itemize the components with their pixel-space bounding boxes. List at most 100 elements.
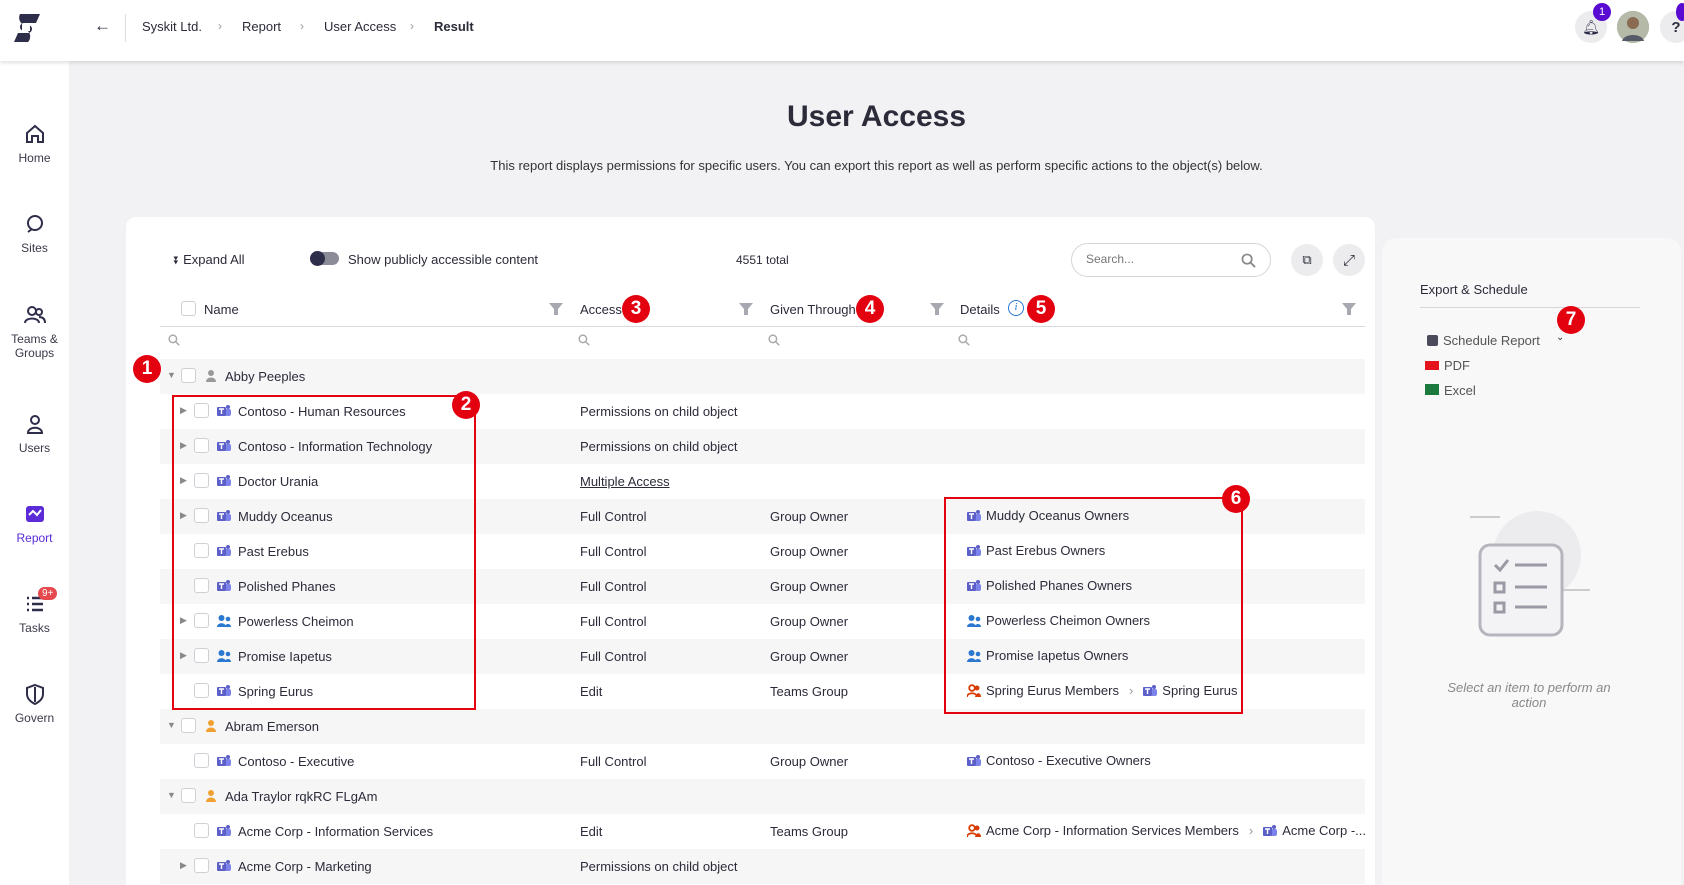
info-icon[interactable]: i (1008, 300, 1024, 316)
multiple-access-link[interactable]: Multiple Access (580, 474, 670, 489)
row-name[interactable]: Contoso - Executive (238, 754, 354, 769)
user-group-row[interactable]: ▼ Abram Emerson (160, 709, 1365, 744)
search-input[interactable] (1086, 252, 1236, 266)
annotation-box-details (944, 497, 1243, 714)
sidebar-item-report[interactable]: Report (0, 503, 69, 545)
row-details: Acme Corp - Information Services Members… (967, 823, 1366, 838)
collapse-chevron-icon[interactable]: ▼ (167, 720, 176, 730)
page-title: User Access (786, 100, 967, 133)
sidebar-item-govern[interactable]: Govern (0, 683, 69, 725)
annotation-badge-6: 6 (1222, 485, 1250, 513)
filter-access-icon[interactable] (739, 302, 753, 319)
excel-label: Excel (1444, 383, 1476, 398)
sidebar-item-users[interactable]: Users (0, 413, 69, 455)
back-arrow-icon[interactable]: ← (94, 16, 111, 36)
row-access: Permissions on child object (580, 439, 738, 454)
row-checkbox[interactable] (194, 858, 209, 873)
column-search-access-icon[interactable] (578, 334, 590, 349)
fullscreen-button[interactable]: ⤢ (1333, 244, 1365, 276)
row-access: Full Control (580, 544, 647, 559)
breadcrumb-report[interactable]: Report (242, 19, 281, 34)
sidebar-item-tasks[interactable]: Tasks 9+ (0, 587, 69, 635)
user-icon (204, 369, 218, 383)
column-search-details-icon[interactable] (958, 334, 970, 349)
column-header-name[interactable]: Name (204, 302, 239, 317)
row-name[interactable]: Abby Peeples (225, 369, 305, 384)
export-pdf-button[interactable]: PDF (1425, 358, 1470, 373)
collapse-chevron-icon[interactable]: ▼ (167, 370, 176, 380)
row-checkbox[interactable] (181, 788, 196, 803)
table-row[interactable]: Acme Corp - Information Services Edit Team… (160, 814, 1366, 849)
row-name[interactable]: Acme Corp - Marketing (238, 859, 372, 874)
collapse-chevron-icon[interactable]: ▼ (167, 790, 176, 800)
table-row[interactable]: Contoso - Executive Full Control Group Own… (160, 744, 1365, 779)
details-item[interactable]: Acme Corp - Information Services Members (986, 823, 1239, 838)
public-content-toggle[interactable] (310, 251, 339, 266)
divider (125, 14, 126, 42)
row-given-through: Teams Group (770, 824, 849, 839)
annotation-badge-4: 4 (856, 295, 884, 323)
sidebar-item-label: Tasks (19, 621, 50, 635)
row-given-through: Group Owner (770, 544, 849, 559)
row-checkbox[interactable] (181, 718, 196, 733)
columns-button[interactable]: ⧉ (1291, 244, 1323, 276)
row-given-through: Group Owner (770, 614, 849, 629)
teams-icon (217, 824, 231, 838)
filter-details-icon[interactable] (1342, 302, 1356, 319)
column-header-details[interactable]: Details (960, 302, 1000, 317)
row-checkbox[interactable] (181, 368, 196, 383)
expand-chevron-icon[interactable]: ▶ (180, 860, 187, 871)
row-access: Full Control (580, 509, 647, 524)
breadcrumb-separator: › (218, 19, 222, 33)
empty-checklist-illustration (1470, 511, 1590, 637)
row-checkbox[interactable] (194, 753, 209, 768)
teams-icon (217, 754, 231, 768)
annotation-badge-1: 1 (133, 355, 161, 383)
select-all-checkbox[interactable] (181, 301, 196, 316)
sidebar-item-home[interactable]: Home (0, 123, 69, 165)
sidebar-item-label: Report (16, 531, 53, 545)
row-access: Full Control (580, 754, 647, 769)
details-item[interactable]: Contoso - Executive Owners (986, 753, 1151, 768)
sidebar-item-label: Home (18, 151, 51, 165)
sidebar-item-label: Users (18, 441, 51, 455)
teams-icon (967, 754, 981, 768)
row-name[interactable]: Acme Corp - Information Services (238, 824, 433, 839)
search-box[interactable] (1071, 243, 1271, 277)
syskit-logo-icon[interactable] (10, 12, 42, 44)
page-description: This report displays permissions for spe… (490, 158, 1263, 173)
user-group-row[interactable]: ▼ Ada Traylor rqkRC FLgAm (160, 779, 1365, 814)
breadcrumb-result: Result (434, 19, 474, 34)
column-search-name-icon[interactable] (168, 334, 180, 349)
user-group-row[interactable]: ▼ Abby Peeples (160, 359, 1365, 394)
table-row[interactable]: ▶ Acme Corp - Marketing Permissions on chi… (160, 849, 1365, 884)
teams-icon (1263, 824, 1278, 838)
column-header-access[interactable]: Access (580, 302, 622, 317)
schedule-report-button[interactable]: Schedule Report (1427, 333, 1540, 348)
column-header-given-through[interactable]: Given Through (770, 302, 856, 317)
user-avatar[interactable] (1617, 11, 1649, 43)
filter-given-through-icon[interactable] (930, 302, 944, 319)
details-item[interactable]: Acme Corp -... (1282, 823, 1366, 838)
row-access: Full Control (580, 579, 647, 594)
sidebar-item-sites[interactable]: Sites (0, 213, 69, 255)
help-badge (1676, 3, 1684, 21)
home-icon (25, 124, 44, 143)
export-excel-button[interactable]: Excel (1425, 383, 1476, 398)
annotation-badge-5: 5 (1027, 295, 1055, 323)
row-access: Edit (580, 684, 603, 699)
filter-name-icon[interactable] (549, 302, 563, 319)
breadcrumb-syskit[interactable]: Syskit Ltd. (142, 19, 202, 34)
row-name[interactable]: Abram Emerson (225, 719, 319, 734)
sites-icon (26, 215, 43, 233)
breadcrumb-user-access[interactable]: User Access (324, 19, 396, 34)
govern-icon (25, 683, 44, 705)
teams-groups-icon (23, 306, 46, 324)
row-checkbox[interactable] (194, 823, 209, 838)
expand-all-button[interactable]: ⏬︎ Expand All (174, 252, 245, 268)
column-search-given-through-icon[interactable] (768, 334, 780, 349)
row-name[interactable]: Ada Traylor rqkRC FLgAm (225, 789, 377, 804)
chevron-right-icon: › (1248, 823, 1254, 838)
sidebar-item-teams-groups[interactable]: Teams & Groups (0, 304, 69, 360)
chevron-down-icon[interactable]: ⌄ (1556, 332, 1564, 343)
